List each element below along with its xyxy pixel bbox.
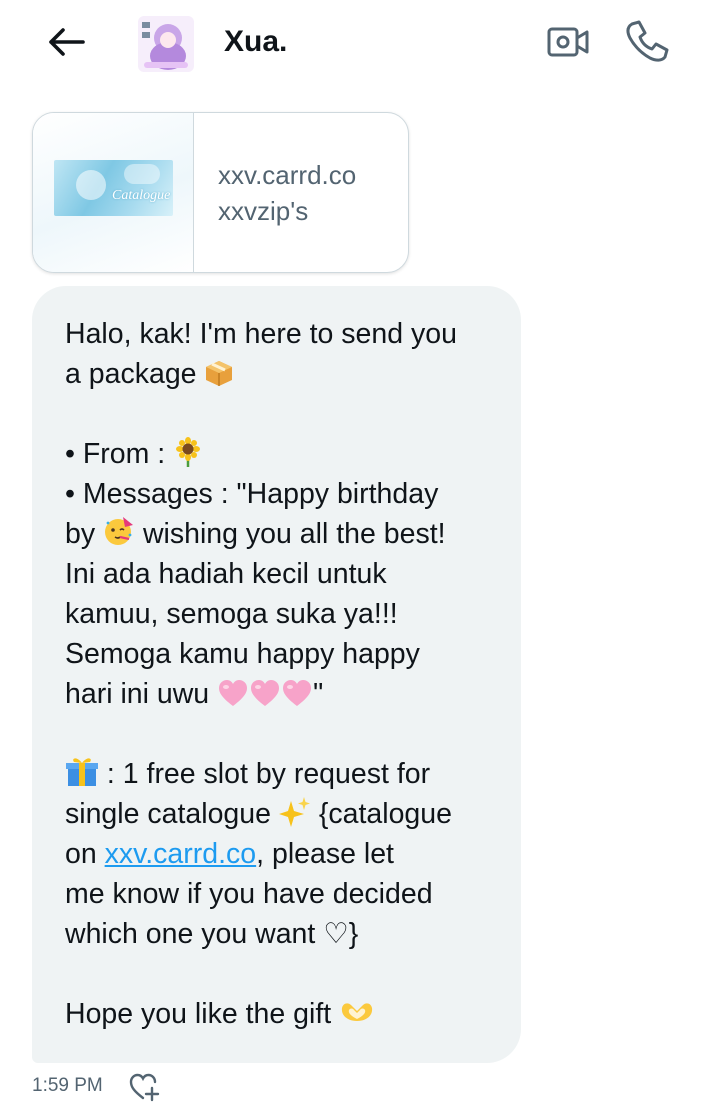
message-line: Ini ada hadiah kecil untuk — [65, 558, 387, 590]
voice-call-button[interactable] — [624, 18, 670, 64]
link-domain: xxv.carrd.co — [218, 160, 357, 190]
message-bubble[interactable]: Halo, kak! I'm here to send you a packag… — [32, 286, 521, 1063]
message-line: me know if you have decided — [65, 878, 433, 910]
back-button[interactable] — [44, 22, 88, 62]
pink-heart-emoji — [251, 680, 280, 706]
message-line: kamuu, semoga suka ya!!! — [65, 598, 398, 630]
message-line: : 1 free slot by request for — [65, 754, 501, 794]
heart-hands-emoji — [341, 1003, 373, 1021]
avatar-image — [138, 16, 194, 72]
partying-face-emoji — [105, 517, 134, 545]
message-line: hari ini uwu " — [65, 678, 324, 710]
arrow-left-icon — [49, 28, 85, 56]
message-line: by wishing you all the best! — [65, 514, 501, 554]
message-line: Halo, kak! I'm here to send you — [65, 318, 457, 350]
contact-name[interactable]: Xua. — [224, 22, 287, 62]
add-reaction-button[interactable] — [128, 1072, 160, 1102]
contact-avatar[interactable] — [138, 16, 194, 72]
link-title: xxvzip's — [218, 196, 309, 226]
pink-heart-emoji — [283, 680, 312, 706]
video-camera-icon — [547, 27, 589, 57]
message-line: Hope you like the gift — [65, 994, 501, 1034]
sparkles-emoji — [278, 797, 310, 827]
message-line: which one you want ♡} — [65, 918, 359, 950]
message-line: single catalogue {catalogue — [65, 797, 452, 830]
message-timestamp: 1:59 PM — [32, 1075, 103, 1096]
message-link[interactable]: xxv.carrd.co — [105, 838, 257, 870]
link-preview-card[interactable]: Catalogue xxv.carrd.co xxvzip's — [32, 112, 409, 273]
message-line: • Messages : "Happy birthday — [65, 478, 439, 510]
add-reaction-heart-icon — [129, 1073, 160, 1102]
conversation-header: Xua. — [0, 0, 720, 90]
phone-icon — [626, 20, 669, 62]
sunflower-emoji — [176, 437, 201, 467]
thumbnail-banner: Catalogue — [54, 160, 173, 216]
link-preview-info: xxv.carrd.co xxvzip's — [194, 113, 356, 272]
message-line: on xxv.carrd.co, please let — [65, 838, 394, 870]
message-line: a package — [65, 354, 501, 394]
message-line: Semoga kamu happy happy — [65, 638, 420, 670]
pink-heart-emoji — [219, 680, 248, 706]
message-line: • From : — [65, 434, 501, 474]
thumbnail-text: Catalogue — [112, 188, 171, 203]
wrapped-gift-emoji — [66, 758, 98, 786]
link-preview-thumbnail: Catalogue — [33, 113, 194, 272]
package-emoji — [206, 361, 233, 386]
video-call-button[interactable] — [546, 22, 592, 62]
